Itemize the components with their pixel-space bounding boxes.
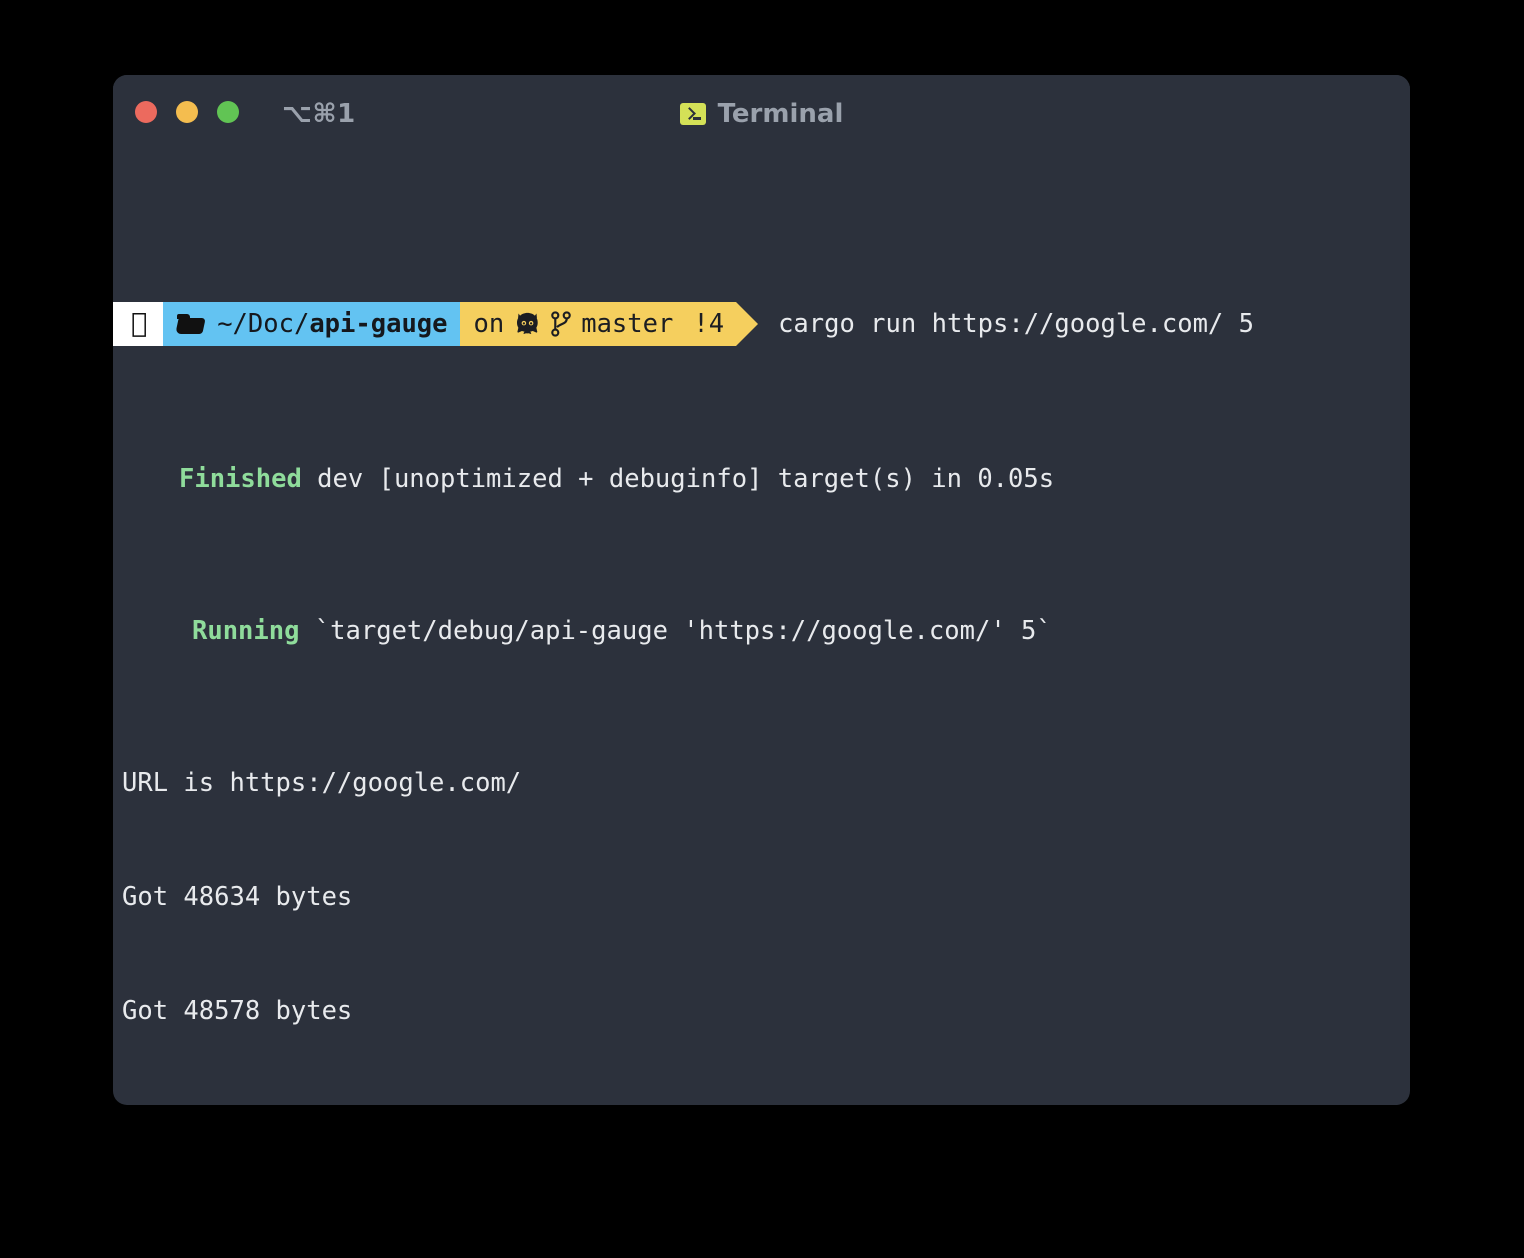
cargo-status-finished: Finished (179, 464, 302, 494)
window-controls[interactable] (135, 101, 239, 123)
keyboard-shortcut-label: ⌥⌘1 (282, 99, 356, 129)
git-branch-icon (551, 311, 572, 337)
cargo-line-running: Running `target/debug/api-gauge 'https:/… (113, 612, 1410, 650)
git-on-label: on (465, 309, 505, 339)
git-dirty-flag: !4 (685, 309, 724, 339)
output-line-bytes: Got 48578 bytes (122, 996, 353, 1026)
cargo-status-running: Running (192, 616, 300, 646)
path-label: ~/Doc/api-gauge (209, 309, 447, 339)
terminal-screen[interactable]:  ~/Doc/api-gauge on (113, 150, 1410, 1105)
close-window-button[interactable] (135, 101, 157, 123)
git-branch-label: master (573, 309, 673, 339)
cargo-line-finished: Finished dev [unoptimized + debuginfo] t… (113, 460, 1410, 498)
apple-logo-icon:  (113, 302, 164, 346)
window-title: Terminal (717, 99, 844, 129)
folder-icon (177, 313, 205, 335)
path-segment: ~/Doc/api-gauge (163, 302, 460, 346)
minimize-window-button[interactable] (176, 101, 198, 123)
terminal-window[interactable]: ⌥⌘1 Terminal  ~/Doc/api-gauge on (113, 75, 1410, 1105)
github-octocat-icon (517, 312, 538, 334)
window-titlebar[interactable]: ⌥⌘1 Terminal (113, 75, 1410, 150)
command-text: cargo run https://google.com/ 5 (770, 309, 1254, 339)
prompt-line-command:  ~/Doc/api-gauge on (113, 302, 1410, 346)
cargo-detail-running: `target/debug/api-gauge 'https://google.… (299, 616, 1052, 646)
powerline-arrow (736, 302, 759, 346)
cargo-detail-finished: dev [unoptimized + debuginfo] target(s) … (301, 464, 1055, 494)
git-segment: on master !4 (459, 302, 737, 346)
maximize-window-button[interactable] (217, 101, 239, 123)
output-line-url: URL is https://google.com/ (122, 768, 522, 798)
terminal-prompt-icon (679, 103, 706, 125)
output-line-bytes: Got 48634 bytes (122, 882, 353, 912)
